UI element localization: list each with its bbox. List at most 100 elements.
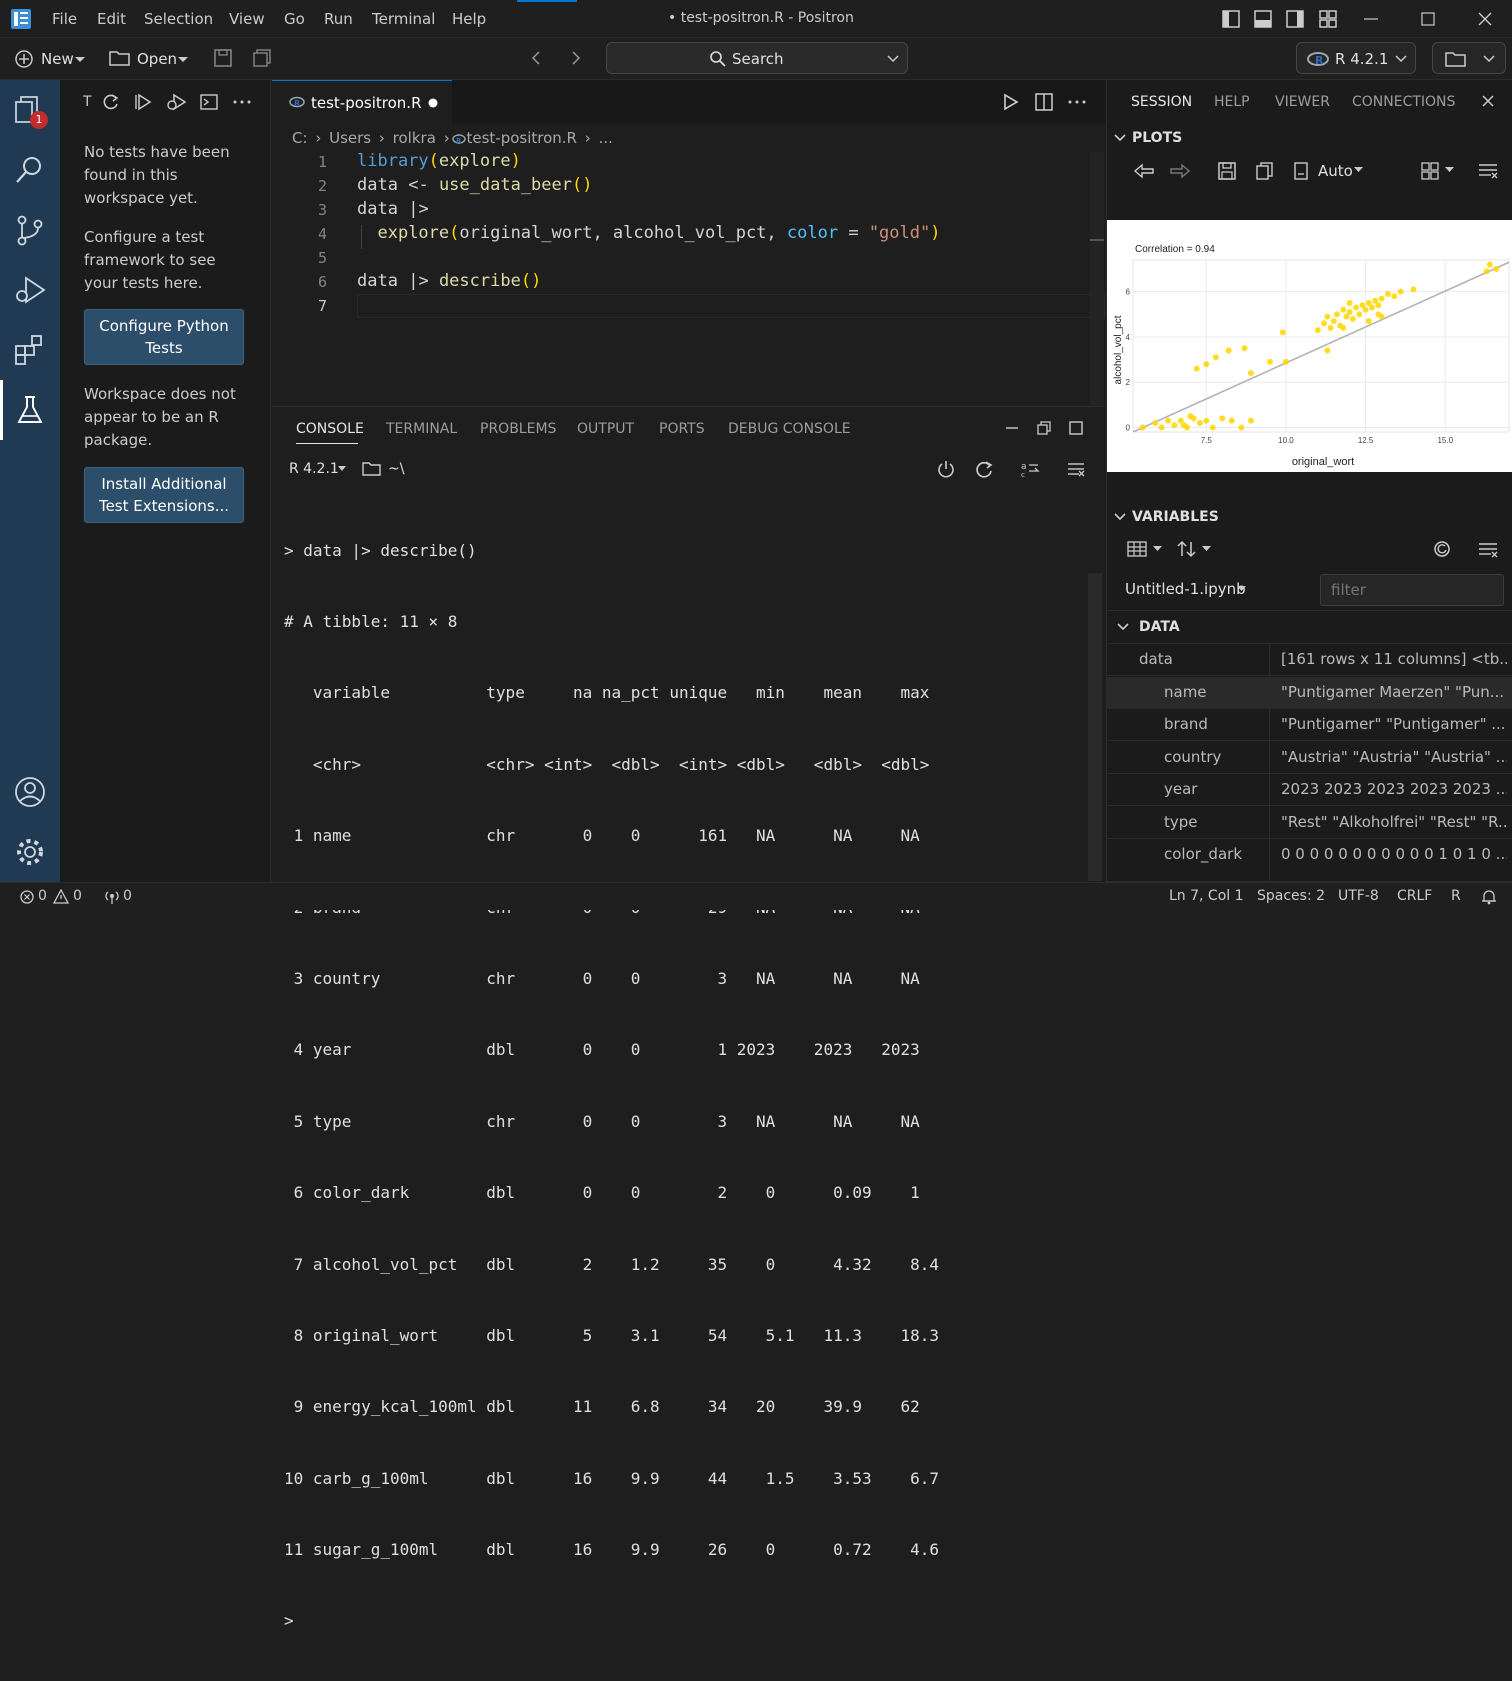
source-control-icon[interactable] (12, 212, 48, 248)
back-chevron-left-icon[interactable] (528, 50, 544, 66)
plot-viewer[interactable]: Correlation = 0.94 7.5 10.0 12.5 15.0 0246 … (1107, 220, 1512, 472)
toggle-secondary-sidebar-icon[interactable] (1286, 10, 1304, 28)
plot-zoom-chevron-icon[interactable] (1354, 167, 1363, 174)
accounts-icon[interactable] (12, 774, 48, 810)
menu-view[interactable]: View (229, 10, 265, 28)
grouping-chevron-icon[interactable] (1153, 546, 1162, 553)
breadcrumb-file[interactable]: test-positron.R (466, 129, 577, 147)
run-all-tests-icon[interactable] (135, 93, 153, 111)
data-group-header[interactable]: DATA (1139, 619, 1180, 635)
open-chevron-down-icon[interactable] (178, 56, 188, 64)
editor-scrollbar[interactable] (1090, 152, 1104, 406)
tab-debug-console[interactable]: DEBUG CONSOLE (728, 421, 851, 437)
editor-more-actions-icon[interactable] (1067, 93, 1087, 111)
menu-go[interactable]: Go (284, 10, 305, 28)
menu-selection[interactable]: Selection (144, 10, 213, 28)
code-line[interactable]: data |> (357, 199, 429, 219)
tab-help[interactable]: HELP (1214, 94, 1250, 110)
debug-all-tests-icon[interactable] (166, 93, 186, 111)
clear-console-icon[interactable] (1067, 461, 1085, 477)
settings-gear-icon[interactable] (12, 834, 48, 870)
copy-plot-icon[interactable] (1255, 161, 1275, 181)
indentation[interactable]: Spaces: 2 (1257, 888, 1325, 904)
errors-icon[interactable] (20, 890, 34, 904)
save-icon[interactable] (213, 48, 233, 68)
tab-ports[interactable]: PORTS (659, 421, 705, 437)
end-of-line[interactable]: CRLF (1397, 888, 1432, 904)
warnings-icon[interactable] (53, 889, 69, 904)
variables-chevron-down-icon[interactable] (1113, 512, 1127, 522)
customize-layout-icon[interactable] (1319, 10, 1337, 28)
tab-terminal[interactable]: TERMINAL (386, 421, 457, 437)
unsaved-dot-icon[interactable] (428, 98, 438, 108)
refresh-tests-icon[interactable] (102, 93, 120, 111)
command-center-search[interactable]: Search (606, 42, 908, 74)
plot-size-icon[interactable] (1293, 161, 1311, 181)
new-button[interactable]: New (41, 50, 74, 68)
open-folder-icon[interactable] (109, 48, 131, 68)
session-chevron-icon[interactable] (1237, 586, 1246, 593)
variable-row-year[interactable]: year 2023 2023 2023 2023 2023 ... (1107, 774, 1512, 806)
variables-section-header[interactable]: VARIABLES (1132, 509, 1219, 525)
variable-row-brand[interactable]: brand "Puntigamer" "Puntigamer" ... (1107, 709, 1512, 741)
code-line[interactable]: data |> describe() (357, 271, 541, 291)
code-line[interactable]: explore(original_wort, alcohol_vol_pct, … (357, 223, 940, 243)
next-plot-icon[interactable] (1169, 162, 1191, 180)
close-window-icon[interactable] (1476, 10, 1494, 28)
console-output[interactable]: > data |> describe() # A tibble: 11 × 8 … (284, 491, 939, 1681)
breadcrumb-rolkra[interactable]: rolkra (393, 129, 436, 147)
warnings-count[interactable]: 0 (73, 888, 82, 904)
configure-python-tests-button[interactable]: Configure Python Tests (84, 309, 244, 365)
terminal-output-icon[interactable] (200, 93, 218, 111)
sort-chevron-icon[interactable] (1202, 546, 1211, 553)
menu-run[interactable]: Run (324, 10, 353, 28)
new-plus-icon[interactable] (14, 49, 34, 69)
search-chevron-down-icon[interactable] (887, 54, 899, 64)
menu-terminal[interactable]: Terminal (372, 10, 435, 28)
interrupt-power-icon[interactable] (936, 459, 956, 479)
plots-section-header[interactable]: PLOTS (1132, 130, 1182, 146)
restart-icon[interactable] (974, 459, 994, 479)
variables-filter-input[interactable] (1320, 574, 1504, 606)
run-debug-icon[interactable] (12, 272, 48, 308)
menu-edit[interactable]: Edit (97, 10, 126, 28)
tab-viewer[interactable]: VIEWER (1275, 94, 1330, 110)
errors-count[interactable]: 0 (38, 888, 47, 904)
variable-row-type[interactable]: type "Rest" "Alkoholfrei" "Rest" "R... (1107, 807, 1512, 839)
clear-plots-icon[interactable] (1478, 162, 1498, 180)
install-test-extensions-button[interactable]: Install Additional Test Extensions... (84, 467, 244, 523)
extensions-icon[interactable] (12, 332, 48, 368)
search-view-icon[interactable] (12, 152, 48, 188)
testing-flask-icon[interactable] (12, 392, 48, 428)
save-plot-icon[interactable] (1217, 161, 1237, 181)
forward-chevron-right-icon[interactable] (568, 50, 584, 66)
interpreter-selector[interactable]: R R 4.2.1 (1296, 42, 1416, 74)
console-scrollbar[interactable] (1088, 573, 1102, 881)
console-interpreter-chevron-icon[interactable] (338, 466, 346, 472)
clear-variables-icon[interactable] (1478, 541, 1498, 559)
split-editor-icon[interactable] (1035, 93, 1053, 111)
console-prompt[interactable]: > (284, 1609, 939, 1633)
breadcrumb-more[interactable]: ... (599, 129, 613, 147)
plot-zoom-selector[interactable]: Auto (1318, 162, 1353, 180)
language-mode[interactable]: R (1451, 888, 1461, 904)
open-button[interactable]: Open (137, 50, 177, 68)
console-interpreter[interactable]: R 4.2.1 (289, 461, 339, 477)
maximize-icon[interactable] (1419, 10, 1437, 28)
ports-count[interactable]: 0 (123, 888, 132, 904)
word-wrap-icon[interactable]: ac (1020, 459, 1040, 479)
tab-test-positron-r[interactable]: R test-positron.R (272, 80, 452, 124)
tab-session[interactable]: SESSION (1131, 94, 1192, 110)
workspace-folder-selector[interactable] (1432, 42, 1506, 74)
console-folder-icon[interactable] (362, 461, 382, 477)
maximize-panel-icon[interactable] (1068, 420, 1084, 436)
minimize-icon[interactable] (1362, 10, 1380, 28)
toggle-primary-sidebar-icon[interactable] (1222, 10, 1240, 28)
more-actions-icon[interactable] (232, 93, 252, 111)
session-selector[interactable]: Untitled-1.ipynb (1125, 580, 1246, 598)
tab-output[interactable]: OUTPUT (577, 421, 634, 437)
tab-connections[interactable]: CONNECTIONS (1352, 94, 1455, 110)
variables-grouping-icon[interactable] (1127, 541, 1147, 557)
new-chevron-down-icon[interactable] (75, 56, 85, 64)
breadcrumb-users[interactable]: Users (329, 129, 371, 147)
